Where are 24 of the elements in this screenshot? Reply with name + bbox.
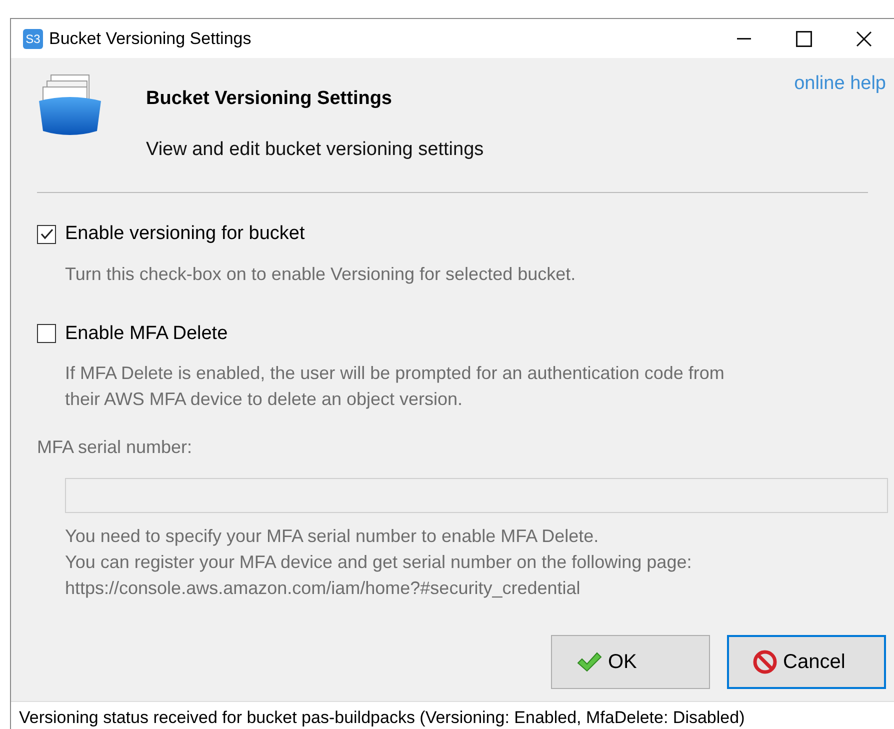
ok-button[interactable]: OK [551, 635, 710, 689]
app-icon: S3 [23, 28, 43, 48]
window-title: Bucket Versioning Settings [49, 28, 252, 50]
checkbox[interactable] [37, 324, 56, 344]
field-label: MFA serial number: [37, 436, 194, 459]
checkbox-label[interactable]: Enable versioning for bucket [65, 220, 305, 248]
checkmark-icon [576, 651, 602, 673]
checkbox[interactable] [37, 224, 56, 244]
checkbox-label[interactable]: Enable MFA Delete [65, 320, 228, 348]
hint-text: Turn this check-box on to enable Versioning for selected bucket. [65, 262, 577, 286]
checkmark-icon [40, 228, 54, 240]
cancel-button[interactable]: Cancel [727, 635, 886, 689]
dialog-subtitle: View and edit bucket versioning settings [146, 138, 484, 162]
status-text: Versioning status received for bucket pas-buildpacks (Versioning: Enabled, MfaDelete: Disabled) [11, 701, 894, 729]
help-text: You need to specify your MFA serial number to enable MFA Delete. [65, 525, 600, 548]
close-icon [856, 30, 872, 46]
maximize-icon [796, 30, 812, 46]
no-entry-icon [753, 650, 777, 674]
minimize-icon [737, 38, 751, 40]
hint-text: their AWS MFA device to delete an object version. [65, 388, 464, 411]
help-text: https://console.aws.amazon.com/iam/home?#security_credential [65, 577, 582, 600]
hint-text: If MFA Delete is enabled, the user will be prompted for an authentication code from [65, 362, 726, 385]
dialog-heading: Bucket Versioning Settings [146, 87, 393, 111]
help-text: You can register your MFA device and get serial number on the following page: [65, 551, 693, 574]
